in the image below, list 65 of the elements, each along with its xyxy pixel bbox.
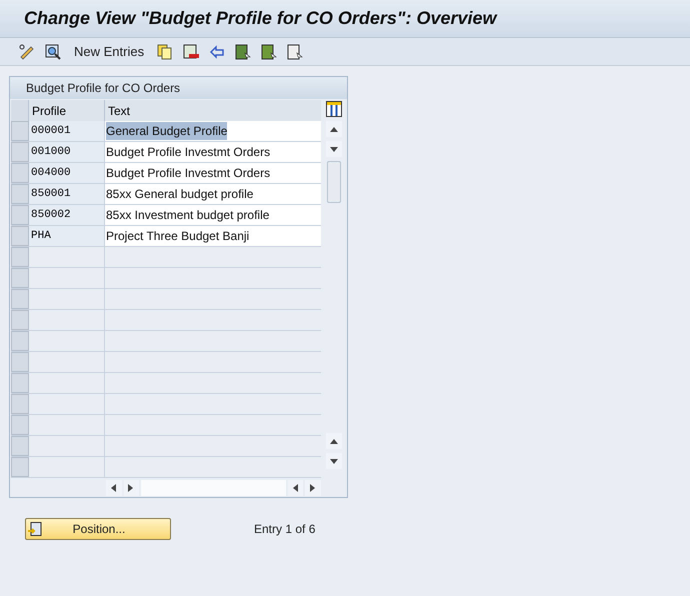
table-cell: PHA bbox=[29, 226, 105, 246]
magnifier-icon[interactable] bbox=[44, 42, 62, 60]
table-cell-text: 85xx Investment budget profile bbox=[106, 207, 270, 224]
scroll-down-button[interactable] bbox=[326, 453, 342, 469]
row-selector[interactable] bbox=[11, 142, 29, 162]
up-triangle-icon bbox=[330, 438, 338, 444]
row-selector[interactable] bbox=[11, 247, 29, 267]
row-selector[interactable] bbox=[11, 289, 29, 309]
row-selector[interactable] bbox=[11, 184, 29, 204]
scroll-right-button[interactable] bbox=[124, 480, 140, 496]
table-cell: 004000 bbox=[29, 163, 105, 183]
row-selector[interactable] bbox=[11, 415, 29, 435]
table-title: Budget Profile for CO Orders bbox=[10, 77, 347, 99]
select-all-header[interactable] bbox=[11, 100, 29, 121]
copy-icon[interactable] bbox=[156, 42, 174, 60]
table-cell-text: Project Three Budget Banji bbox=[106, 228, 250, 245]
position-button[interactable]: Position... bbox=[25, 518, 171, 540]
left-triangle-icon bbox=[292, 484, 299, 492]
table-cursor-icon[interactable] bbox=[260, 42, 278, 60]
table-cell-text: Budget Profile Investmt Orders bbox=[106, 144, 270, 161]
table-cell: 850001 bbox=[29, 184, 105, 204]
column-header[interactable]: Profile bbox=[29, 100, 105, 121]
left-triangle-icon bbox=[110, 484, 117, 492]
horizontal-scrollbar[interactable] bbox=[141, 480, 286, 496]
document-cursor-icon[interactable] bbox=[286, 42, 304, 60]
row-selector[interactable] bbox=[11, 331, 29, 351]
column-settings-icon[interactable] bbox=[326, 101, 342, 117]
scroll-left-button[interactable] bbox=[288, 480, 304, 496]
row-selector[interactable] bbox=[11, 121, 29, 141]
scroll-down-button[interactable] bbox=[326, 141, 342, 157]
scroll-up-button[interactable] bbox=[326, 121, 342, 137]
row-selector[interactable] bbox=[11, 163, 29, 183]
table-cell: 001000 bbox=[29, 142, 105, 162]
table-cell-text: 85xx General budget profile bbox=[106, 186, 254, 203]
table-cursor-icon[interactable] bbox=[234, 42, 252, 60]
row-selector[interactable] bbox=[11, 268, 29, 288]
row-selector[interactable] bbox=[11, 310, 29, 330]
scroll-up-button[interactable] bbox=[326, 433, 342, 449]
row-selector[interactable] bbox=[11, 352, 29, 372]
down-triangle-icon bbox=[330, 458, 338, 464]
table-cell-text: Budget Profile Investmt Orders bbox=[106, 165, 270, 182]
scroll-right-button[interactable] bbox=[305, 480, 322, 496]
row-selector[interactable] bbox=[11, 226, 29, 246]
table-cell: General Budget Profile bbox=[106, 122, 228, 140]
table-cell: 000001 bbox=[29, 121, 105, 141]
row-selector[interactable] bbox=[11, 205, 29, 225]
row-selector[interactable] bbox=[11, 394, 29, 414]
position-icon bbox=[28, 522, 42, 536]
row-selector[interactable] bbox=[11, 436, 29, 456]
delete-rows-icon[interactable] bbox=[182, 42, 200, 60]
window-title: Change View "Budget Profile for CO Orders": Overview bbox=[24, 7, 496, 30]
pencil-glasses-icon[interactable] bbox=[18, 42, 36, 60]
right-triangle-icon bbox=[128, 484, 134, 492]
right-triangle-icon bbox=[310, 484, 316, 492]
row-selector[interactable] bbox=[11, 457, 29, 477]
undo-arrow-icon[interactable] bbox=[208, 42, 226, 60]
up-triangle-icon bbox=[330, 126, 338, 132]
entry-counter: Entry 1 of 6 bbox=[254, 521, 316, 538]
row-selector[interactable] bbox=[11, 373, 29, 393]
table-cell: 850002 bbox=[29, 205, 105, 225]
column-header[interactable]: Text bbox=[105, 100, 321, 121]
down-triangle-icon bbox=[330, 146, 338, 152]
new-entries-button[interactable]: New Entries bbox=[70, 42, 148, 62]
scroll-left-button[interactable] bbox=[106, 480, 122, 496]
scroll-thumb[interactable] bbox=[327, 161, 341, 203]
